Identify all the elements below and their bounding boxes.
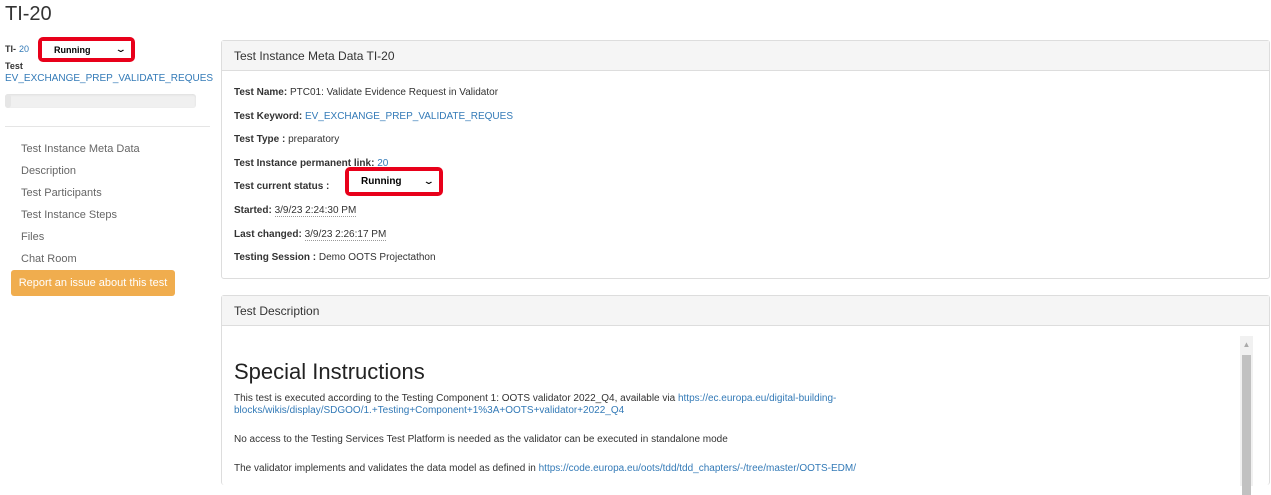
test-type-value: preparatory bbox=[288, 134, 340, 146]
scroll-thumb[interactable] bbox=[1242, 355, 1251, 495]
status-select-sidebar[interactable]: Running ⌄ bbox=[42, 41, 131, 58]
para3-text: The validator implements and validates t… bbox=[234, 463, 539, 474]
test-keyword-link[interactable]: EV_EXCHANGE_PREP_VALIDATE_REQUES bbox=[305, 111, 513, 122]
test-keyword-link-sidebar[interactable]: EV_EXCHANGE_PREP_VALIDATE_REQUES bbox=[5, 73, 213, 84]
chevron-down-icon: ⌄ bbox=[115, 44, 128, 54]
edm-link[interactable]: https://code.europa.eu/oots/tdd/tdd_chap… bbox=[539, 463, 856, 474]
status-label: Test current status : bbox=[234, 181, 330, 193]
meta-data-panel: Test Instance Meta Data TI-20 Test Name:… bbox=[221, 40, 1270, 279]
test-keyword-row: Test Keyword: EV_EXCHANGE_PREP_VALIDATE_… bbox=[234, 110, 1269, 134]
nav-item-files[interactable]: Files bbox=[21, 231, 140, 253]
test-type-row: Test Type : preparatory bbox=[234, 133, 1269, 157]
description-panel: Test Description Special Instructions Th… bbox=[221, 295, 1270, 495]
test-keyword-label: Test Keyword: bbox=[234, 110, 303, 122]
description-paragraph-3: The validator implements and validates t… bbox=[234, 463, 1269, 475]
scroll-up-arrow-icon[interactable]: ▲ bbox=[1240, 336, 1253, 353]
description-paragraph-1: This test is executed according to the T… bbox=[234, 393, 1269, 417]
test-name-value: PTC01: Validate Evidence Request in Vali… bbox=[289, 87, 499, 98]
meta-panel-heading: Test Instance Meta Data TI-20 bbox=[222, 41, 1269, 71]
validator-wiki-link-b[interactable]: blocks/wikis/display/SDGOO/1.+Testing+Co… bbox=[234, 405, 624, 416]
chevron-down-icon: ⌄ bbox=[423, 176, 436, 186]
test-progress-bar bbox=[5, 94, 196, 108]
description-panel-heading: Test Description bbox=[222, 296, 1269, 326]
test-name-row: Test Name: PTC01: Validate Evidence Requ… bbox=[234, 86, 1269, 110]
ti-id-row: TI- 20 bbox=[5, 40, 29, 58]
test-type-label: Test Type : bbox=[234, 134, 286, 146]
test-label: Test bbox=[5, 61, 23, 71]
session-row: Testing Session : Demo OOTS Projectathon bbox=[234, 251, 1269, 275]
sidebar-divider bbox=[5, 126, 210, 127]
para1-text: This test is executed according to the T… bbox=[234, 393, 678, 404]
sidebar-nav: Test Instance Meta Data Description Test… bbox=[21, 143, 140, 275]
started-label: Started: bbox=[234, 204, 272, 216]
report-issue-button[interactable]: Report an issue about this test bbox=[11, 270, 175, 296]
description-paragraph-2: No access to the Testing Services Test P… bbox=[234, 434, 728, 445]
ti-number-link[interactable]: 20 bbox=[19, 44, 29, 54]
progress-fill bbox=[5, 94, 11, 108]
started-value: 3/9/23 2:24:30 PM bbox=[274, 204, 357, 217]
test-name-label: Test Name: bbox=[234, 87, 288, 98]
nav-item-meta-data[interactable]: Test Instance Meta Data bbox=[21, 143, 140, 165]
nav-item-participants[interactable]: Test Participants bbox=[21, 187, 140, 209]
session-value: Demo OOTS Projectathon bbox=[318, 252, 436, 264]
validator-wiki-link-a[interactable]: https://ec.europa.eu/digital-building- bbox=[678, 393, 836, 404]
status-select-main[interactable]: Running ⌄ bbox=[349, 171, 439, 192]
ti-prefix: TI- bbox=[5, 44, 16, 54]
last-changed-label: Last changed: bbox=[234, 228, 302, 240]
nav-item-steps[interactable]: Test Instance Steps bbox=[21, 209, 140, 231]
description-scrollbar[interactable]: ▲ bbox=[1240, 336, 1253, 495]
page-title: TI-20 bbox=[5, 3, 52, 25]
started-row: Started: 3/9/23 2:24:30 PM bbox=[234, 204, 1269, 228]
status-select-sidebar-value: Running bbox=[54, 44, 91, 55]
last-changed-value: 3/9/23 2:26:17 PM bbox=[304, 228, 387, 241]
session-label: Testing Session : bbox=[234, 252, 317, 264]
special-instructions-title: Special Instructions bbox=[234, 359, 425, 384]
nav-item-description[interactable]: Description bbox=[21, 165, 140, 187]
last-changed-row: Last changed: 3/9/23 2:26:17 PM bbox=[234, 228, 1269, 252]
status-select-main-value: Running bbox=[361, 176, 402, 187]
